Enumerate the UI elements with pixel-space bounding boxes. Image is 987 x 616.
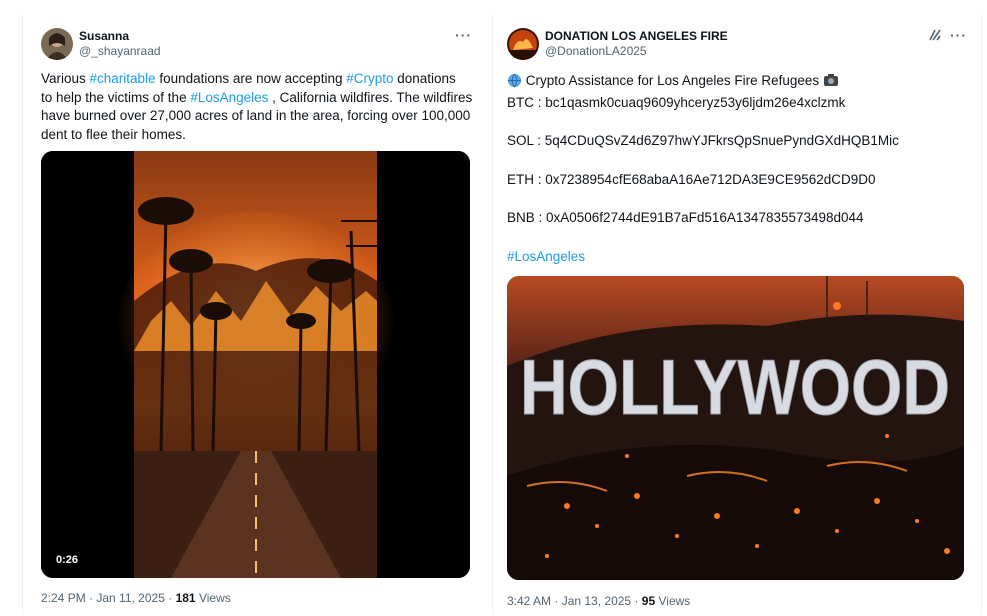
btc-address: BTC : bc1qasmk0cuaq9609yhceryz53y6ljdm26… [507,94,846,110]
author-handle[interactable]: @DonationLA2025 [545,44,647,58]
tweet-meta: 2:24 PM · Jan 11, 2025 · 181 Views [41,591,231,605]
tweet-date[interactable]: Jan 11, 2025 [96,591,165,605]
tweet-card-donation[interactable]: DONATION LOS ANGELES FIRE @DonationLA202… [492,14,982,614]
views-count: 181 [175,591,196,605]
text-segment: foundations are now accepting [155,71,347,86]
tweet-text: Crypto Assistance for Los Angeles Fire R… [507,72,977,266]
camera-icon [823,73,839,93]
grok-icon[interactable] [928,28,942,45]
tweet-text-line: Various #charitable foundations are now … [41,70,486,89]
hashtag-link[interactable]: #Crypto [346,71,393,86]
hashtag-link[interactable]: #LosAngeles [507,248,977,267]
hashtag-link[interactable]: #charitable [90,71,156,86]
text-segment: to help the victims of the [41,89,191,105]
eth-address: ETH : 0x7238954cfE68abaA16Ae712DA3E9CE95… [507,171,876,187]
bnb-address: BNB : 0xA0506f2744dE91B7aFd516A134783557… [507,210,864,225]
views-label: Views [198,591,231,605]
avatar[interactable] [41,28,73,60]
more-horizontal-icon[interactable]: ··· [950,27,967,43]
author-name[interactable]: Susanna [79,29,129,43]
tweet-meta: 3:42 AM · Jan 13, 2025 · 95 Views [507,594,691,608]
hollywood-sign-text: HOLLYWOOD [520,343,950,431]
globe-icon [507,73,522,94]
views-count: 95 [641,594,656,608]
more-horizontal-icon[interactable]: ··· [455,27,472,43]
tweet-text: Various #charitable foundations are now … [41,70,486,144]
avatar[interactable] [507,28,539,60]
text-segment: Various [41,71,90,86]
tweet-date[interactable]: Jan 13, 2025 [562,594,631,608]
video-duration: 0:26 [51,552,84,568]
text-segment: have burned over 27,000 acres of land in… [41,108,471,123]
sol-address: SOL : 5q4CDuQSvZ4d6Z97hwYJFkrsQpSnuePynd… [507,133,899,148]
text-segment: dent to flee their homes. [41,126,186,142]
text-segment: donations [393,71,456,86]
author-name[interactable]: DONATION LOS ANGELES FIRE [545,29,728,43]
author-handle[interactable]: @_shayanraad [79,44,161,58]
tweet-video[interactable]: 0:26 [41,151,470,578]
tweet-title: Crypto Assistance for Los Angeles Fire R… [525,73,820,88]
text-segment: , California wildfires. The wildfires [268,89,473,105]
tweet-time[interactable]: 3:42 AM [507,594,551,608]
tweet-image[interactable]: HOLLYWOOD [507,276,964,580]
hashtag-link[interactable]: #LosAngeles [190,90,268,105]
views-label: Views [658,594,691,608]
tweet-text-line: to help the victims of the #LosAngeles ,… [41,89,486,108]
tweet-text-line: dent to flee their homes. [41,126,486,145]
tweet-card-susanna[interactable]: Susanna @_shayanraad ··· Various #charit… [22,14,492,614]
tweet-time[interactable]: 2:24 PM [41,591,86,605]
wildfire-video-thumbnail [41,151,470,578]
tweet-text-line: have burned over 27,000 acres of land in… [41,107,486,126]
hollywood-sign-image: HOLLYWOOD [507,276,964,580]
